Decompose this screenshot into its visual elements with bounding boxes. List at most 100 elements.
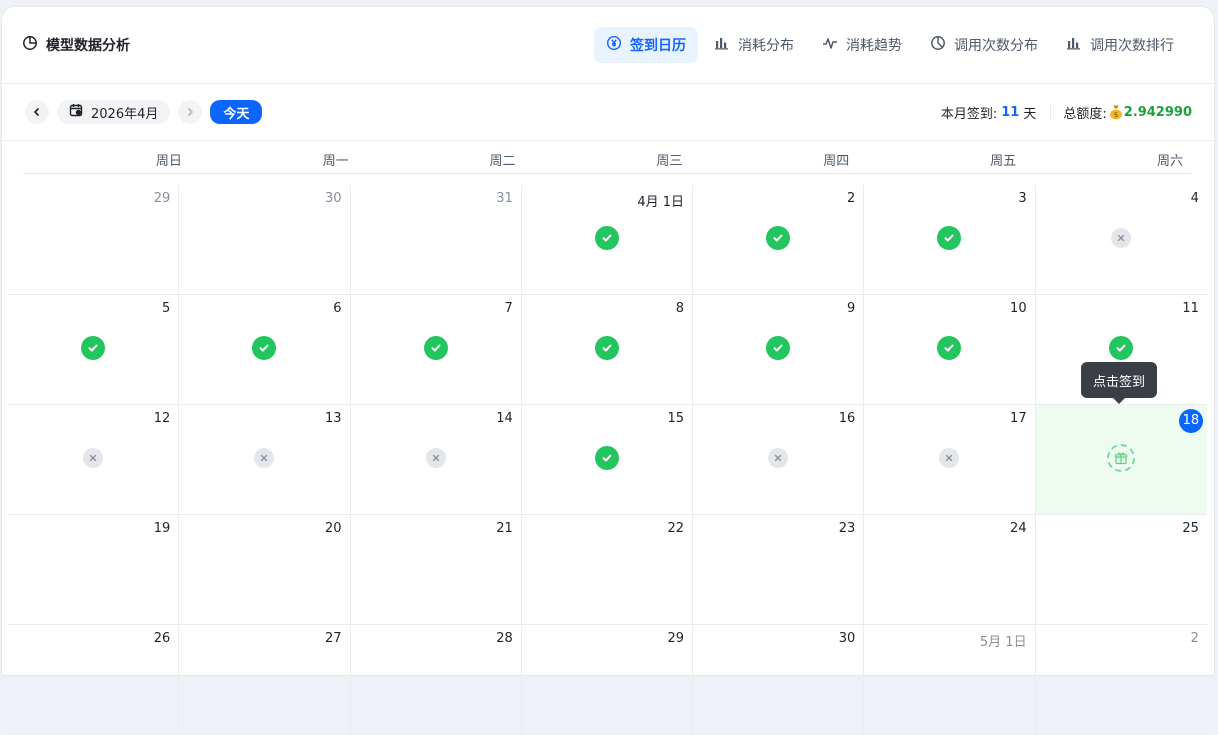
- tab-label: 消耗趋势: [846, 38, 902, 54]
- tab-call-count-ranking[interactable]: 调用次数排行: [1054, 27, 1186, 63]
- checked-in-icon: [1109, 336, 1134, 360]
- bar-chart-icon: [714, 35, 730, 55]
- day-number: 30: [324, 191, 342, 206]
- calendar-day-cell[interactable]: 13: [179, 405, 351, 515]
- checked-in-icon: [766, 226, 791, 250]
- missed-icon: [768, 448, 789, 468]
- calendar-day-cell[interactable]: 24: [864, 515, 1036, 625]
- calendar-day-cell[interactable]: 22: [521, 515, 694, 625]
- day-number: 24: [1010, 521, 1027, 536]
- weekday-label: 周四: [823, 154, 850, 169]
- calendar-day-cell[interactable]: 27: [179, 625, 351, 735]
- calendar-day-cell[interactable]: 3: [864, 185, 1036, 295]
- checkin-tooltip: 点击签到: [1081, 362, 1158, 398]
- calendar-day-cell[interactable]: 26: [8, 625, 180, 735]
- checked-in-icon: [81, 336, 106, 360]
- tab-consumption-distribution[interactable]: 消耗分布: [702, 27, 806, 63]
- month-navigation: 2026年4月 今天: [25, 100, 263, 124]
- calendar-day-cell[interactable]: 19: [8, 515, 180, 625]
- calendar-day-cell[interactable]: 30: [693, 625, 865, 735]
- calendar-day-cell[interactable]: 28: [350, 625, 522, 735]
- tab-label: 调用次数排行: [1090, 38, 1174, 54]
- weekday-header: 周日 周一 周二 周三 周四 周五 周六: [23, 140, 1191, 174]
- bar-chart-icon: [1066, 35, 1082, 55]
- calendar-day-cell[interactable]: 18: [1035, 405, 1207, 515]
- next-month-button[interactable]: [178, 100, 203, 124]
- day-number: 27: [324, 631, 342, 646]
- tab-checkin-calendar[interactable]: 签到日历: [594, 27, 698, 63]
- day-number: 6: [333, 301, 342, 316]
- card-header: 模型数据分析 签到日历 消耗分布 消耗趋势 调用次数分布 调用次数排行: [2, 7, 1214, 84]
- day-number: 29: [667, 631, 685, 646]
- calendar-day-cell[interactable]: 25: [1035, 515, 1207, 625]
- day-number: 23: [838, 521, 856, 536]
- tab-label: 调用次数分布: [954, 38, 1038, 54]
- calendar-day-cell[interactable]: 15: [521, 405, 694, 515]
- weekday-label: 周一: [322, 154, 349, 169]
- day-number: 20: [324, 521, 342, 536]
- calendar-day-cell[interactable]: 4月 1日: [521, 185, 694, 295]
- current-month: 2026年4月: [91, 106, 159, 122]
- calendar-day-cell[interactable]: 9: [693, 295, 865, 405]
- calendar-day-cell[interactable]: 16: [693, 405, 865, 515]
- day-number: 5: [161, 301, 171, 316]
- day-number: 14: [496, 411, 513, 426]
- day-number: 19: [153, 521, 171, 536]
- calendar-day-cell[interactable]: 29: [8, 185, 180, 295]
- calendar-day-cell[interactable]: 23: [693, 515, 865, 625]
- calendar-day-cell[interactable]: 30: [179, 185, 351, 295]
- calendar-day-cell[interactable]: 29: [521, 625, 694, 735]
- month-picker[interactable]: 2026年4月: [57, 100, 171, 124]
- calendar-day-cell[interactable]: 5月 1日: [864, 625, 1036, 735]
- day-number: 2: [1190, 631, 1199, 646]
- checkin-gift-button[interactable]: [1107, 444, 1136, 472]
- calendar-day-cell[interactable]: 8: [521, 295, 694, 405]
- calendar-day-cell[interactable]: 14: [350, 405, 522, 515]
- calendar-day-cell[interactable]: 5: [8, 295, 180, 405]
- prev-month-button[interactable]: [25, 100, 49, 124]
- calendar-day-cell[interactable]: 20: [179, 515, 351, 625]
- calendar-day-cell[interactable]: 21: [350, 515, 522, 625]
- calendar-day-cell[interactable]: 6: [179, 295, 351, 405]
- day-number: 22: [667, 521, 685, 536]
- calendar-day-cell[interactable]: 17: [864, 405, 1036, 515]
- day-number: 10: [1010, 301, 1027, 316]
- quota-value: 2.942990: [1123, 104, 1192, 120]
- calendar-day-cell[interactable]: 4: [1035, 185, 1207, 295]
- checked-in-icon: [937, 226, 962, 250]
- day-number: 17: [1010, 411, 1027, 426]
- calendar-day-cell[interactable]: 2: [693, 185, 865, 295]
- tab-consumption-trend[interactable]: 消耗趋势: [810, 27, 914, 63]
- tab-call-count-distribution[interactable]: 调用次数分布: [918, 27, 1050, 63]
- gift-icon: [1114, 451, 1128, 465]
- checked-in-icon: [423, 336, 448, 360]
- calendar-day-cell[interactable]: 12: [8, 405, 180, 515]
- missed-icon: [425, 448, 446, 468]
- calendar-day-cell[interactable]: 31: [350, 185, 522, 295]
- weekday-label: 周五: [990, 154, 1017, 169]
- quota-label: 总额度:: [1063, 106, 1107, 122]
- chevron-right-icon: [184, 103, 196, 122]
- day-number: 8: [675, 301, 685, 316]
- pie-chart-icon: [930, 35, 946, 55]
- checkin-count: 11: [1001, 104, 1020, 120]
- today-button[interactable]: 今天: [210, 100, 263, 124]
- missed-icon: [1111, 228, 1132, 248]
- day-number: 15: [667, 411, 685, 426]
- day-number: 5月 1日: [979, 635, 1027, 650]
- calendar-day-cell[interactable]: 10: [864, 295, 1036, 405]
- yen-circle-icon: [606, 35, 622, 55]
- missed-icon: [939, 448, 960, 468]
- checked-in-icon: [594, 336, 619, 360]
- calendar-toolbar: 2026年4月 今天 本月签到: 11 天 总额度: $ 2.942990: [2, 84, 1214, 141]
- calendar-day-cell[interactable]: 2: [1035, 625, 1207, 735]
- weekday-label: 周二: [489, 154, 516, 169]
- checked-in-icon: [766, 336, 791, 360]
- pie-chart-icon: [22, 35, 38, 55]
- calendar-icon: [69, 103, 83, 121]
- day-number: 26: [153, 631, 171, 646]
- page-title: 模型数据分析: [22, 35, 130, 55]
- calendar-day-cell[interactable]: 7: [350, 295, 522, 405]
- day-number: 2: [847, 191, 856, 206]
- checkin-label: 本月签到:: [940, 106, 998, 122]
